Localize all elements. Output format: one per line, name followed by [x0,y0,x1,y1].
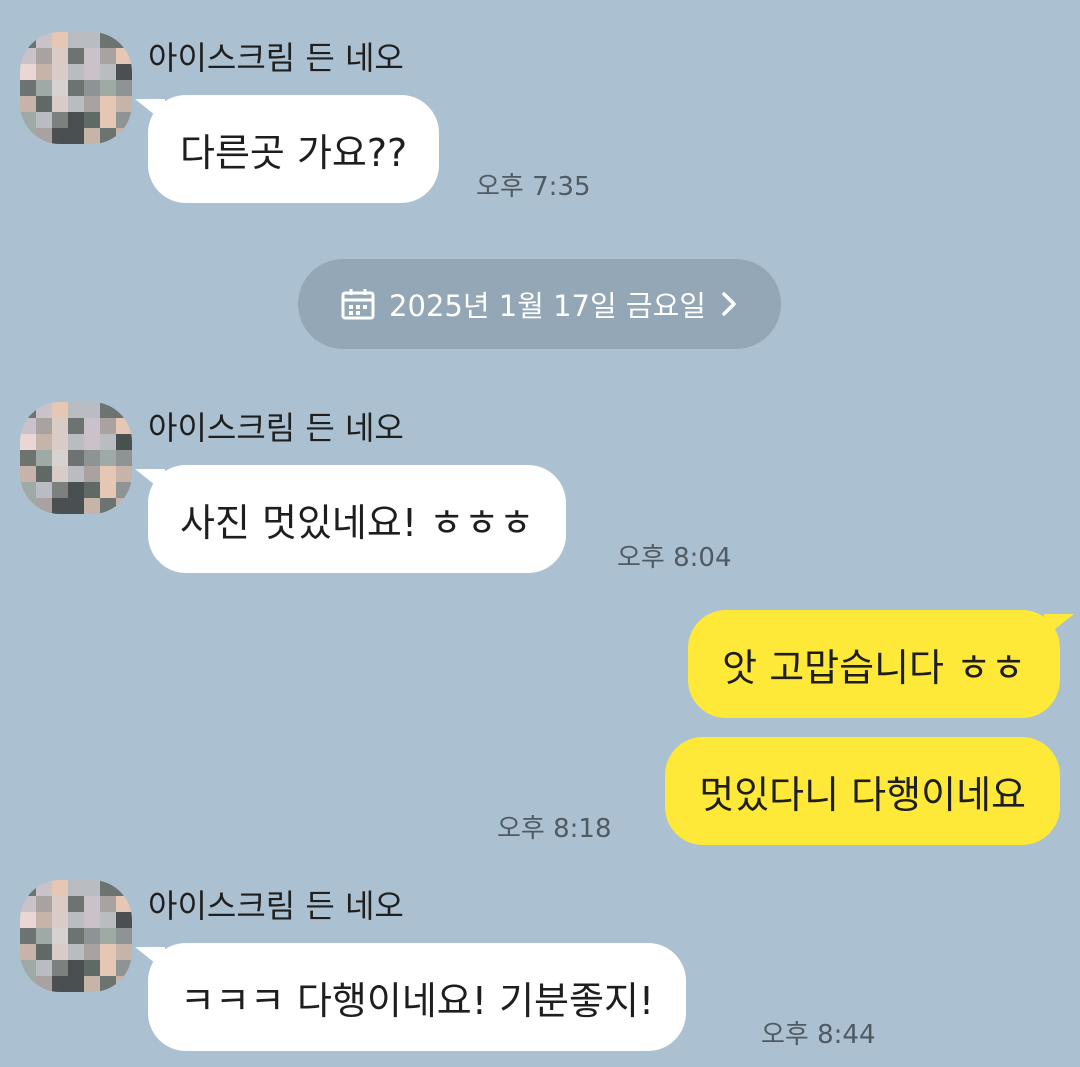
calendar-icon [341,288,375,320]
sender-name: 아이스크림 든 네오 [148,39,404,77]
sender-name: 아이스크림 든 네오 [148,887,404,925]
message-time: 오후 8:04 [617,543,732,573]
incoming-message-bubble[interactable]: 사진 멋있네요! ㅎㅎㅎ [135,465,567,573]
bubble-tail [135,469,165,493]
message-text: ㅋㅋㅋ 다행이네요! 기분좋지! [180,978,655,1023]
bubble-tail [135,99,165,123]
sender-name: 아이스크림 든 네오 [148,409,404,447]
message-time: 오후 8:18 [497,814,612,844]
message-time: 오후 8:44 [761,1020,876,1050]
bubble-tail [135,947,165,971]
incoming-message-bubble[interactable]: ㅋㅋㅋ 다행이네요! 기분좋지! [135,943,687,1051]
sender-avatar[interactable] [20,402,132,514]
date-divider[interactable]: 2025년 1월 17일 금요일 [298,259,781,349]
sender-avatar[interactable] [20,32,132,144]
date-label: 2025년 1월 17일 금요일 [389,289,706,323]
bubble-tail [1044,614,1074,638]
message-text: 멋있다니 다행이네요 [699,772,1026,817]
chevron-right-icon [720,290,738,318]
message-text: 다른곳 가요?? [180,130,408,175]
outgoing-message-bubble[interactable]: 멋있다니 다행이네요 [665,737,1060,845]
message-text: 앗 고맙습니다 ㅎㅎ [722,645,1026,690]
message-text: 사진 멋있네요! ㅎㅎㅎ [180,500,535,545]
outgoing-message-bubble[interactable]: 앗 고맙습니다 ㅎㅎ [688,610,1074,718]
message-time: 오후 7:35 [476,172,591,202]
sender-avatar[interactable] [20,880,132,992]
incoming-message-bubble[interactable]: 다른곳 가요?? [135,95,440,203]
